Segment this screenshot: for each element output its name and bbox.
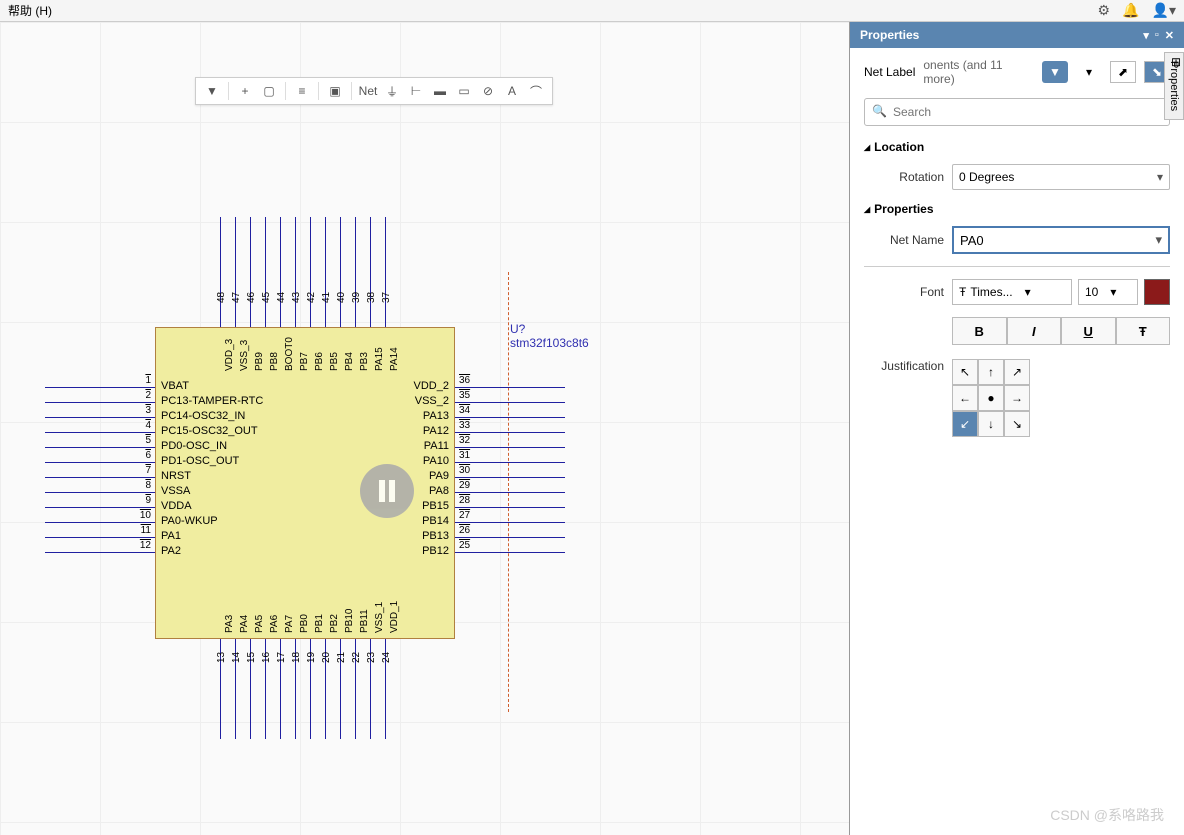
toolbar-btn-1[interactable]: +	[235, 81, 255, 101]
panel-dropdown-icon[interactable]: ▾	[1143, 29, 1149, 42]
toolbar-btn-6[interactable]: ⏚	[382, 81, 402, 101]
section-location[interactable]: Location	[864, 140, 1170, 154]
help-menu[interactable]: 帮助 (H)	[8, 2, 52, 19]
justify-cell-8[interactable]: ↘	[1004, 411, 1030, 437]
user-icon[interactable]: 👤▾	[1152, 2, 1176, 19]
watermark: CSDN @系咯路我	[1050, 805, 1164, 825]
toolbar-btn-11[interactable]: A	[502, 81, 522, 101]
search-input[interactable]	[864, 98, 1170, 126]
side-tab-icon: ⊞	[1171, 55, 1181, 69]
rotation-dropdown[interactable]: 0 Degrees	[952, 164, 1170, 190]
justify-cell-2[interactable]: ↗	[1004, 359, 1030, 385]
font-family-dropdown[interactable]: Ŧ Times...	[952, 279, 1072, 305]
object-type-label: Net Label	[864, 65, 915, 79]
rotation-label: Rotation	[864, 170, 944, 184]
pause-overlay-icon	[360, 464, 414, 518]
net-name-input[interactable]: PA0	[952, 226, 1170, 254]
justification-label: Justification	[864, 359, 944, 373]
justification-grid: ↖↑↗ ←●→ ↙↓↘	[952, 359, 1030, 437]
justify-cell-1[interactable]: ↑	[978, 359, 1004, 385]
font-label: Font	[864, 285, 944, 299]
toolbar-btn-7[interactable]: ⊢	[406, 81, 426, 101]
underline-button[interactable]: U	[1061, 317, 1116, 345]
toolbar-btn-10[interactable]: ⊘	[478, 81, 498, 101]
select-mode-1-icon[interactable]: ⬈	[1110, 61, 1136, 83]
justify-cell-4[interactable]: ●	[978, 385, 1004, 411]
toolbar-btn-4[interactable]: ▣	[325, 81, 345, 101]
justify-cell-3[interactable]: ←	[952, 385, 978, 411]
panel-title: Properties	[860, 28, 919, 42]
panel-header: Properties ▾ ▫ ✕	[850, 22, 1184, 48]
italic-button[interactable]: I	[1007, 317, 1062, 345]
active-bar: ▼ +▢ ≡ ▣ Net⏚⊢▬▭⊘A⌒	[195, 77, 553, 105]
toolbar-btn-2[interactable]: ▢	[259, 81, 279, 101]
component-designator: U?	[510, 322, 525, 336]
justify-cell-6[interactable]: ↙	[952, 411, 978, 437]
schematic-canvas[interactable]: ▼+▢≡▣Net⏚⊢▬▭⊘A⌒ U? stm32f103c8t6 1VBAT2P…	[0, 22, 849, 835]
justify-cell-7[interactable]: ↓	[978, 411, 1004, 437]
filter-icon[interactable]: ▼	[1042, 61, 1068, 83]
toolbar-btn-12[interactable]: ⌒	[526, 81, 546, 101]
toolbar-btn-3[interactable]: ≡	[292, 81, 312, 101]
justify-cell-0[interactable]: ↖	[952, 359, 978, 385]
toolbar-btn-0[interactable]: ▼	[202, 81, 222, 101]
bold-button[interactable]: B	[952, 317, 1007, 345]
font-color-swatch[interactable]	[1144, 279, 1170, 305]
toolbar-btn-9[interactable]: ▭	[454, 81, 474, 101]
panel-float-icon[interactable]: ▫	[1155, 29, 1159, 42]
section-properties[interactable]: Properties	[864, 202, 1170, 216]
net-name-label: Net Name	[864, 233, 944, 247]
filter-summary: onents (and 11 more)	[923, 58, 1034, 86]
strike-button[interactable]: Ŧ	[1116, 317, 1171, 345]
gear-icon[interactable]: ⚙	[1098, 2, 1111, 19]
toolbar-btn-5[interactable]: Net	[358, 81, 378, 101]
justify-cell-5[interactable]: →	[1004, 385, 1030, 411]
bell-icon[interactable]: 🔔	[1122, 2, 1139, 19]
component-part: stm32f103c8t6	[510, 336, 589, 350]
font-size-dropdown[interactable]: 10	[1078, 279, 1138, 305]
font-icon: Ŧ	[959, 285, 966, 299]
properties-panel: Properties ▾ ▫ ✕ Net Label onents (and 1…	[849, 22, 1184, 835]
panel-close-icon[interactable]: ✕	[1165, 29, 1174, 42]
toolbar-btn-8[interactable]: ▬	[430, 81, 450, 101]
